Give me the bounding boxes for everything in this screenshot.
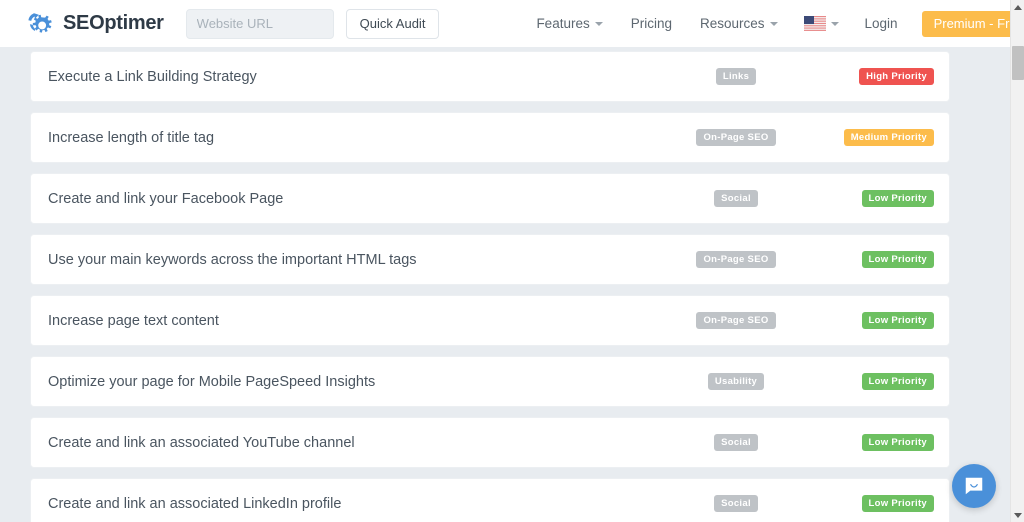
recommendation-priority: Low Priority	[861, 311, 934, 330]
recommendation-category: Links	[646, 67, 826, 86]
chat-message-icon	[963, 475, 985, 497]
recommendation-priority: Low Priority	[861, 433, 934, 452]
us-flag-icon	[803, 16, 826, 31]
recommendation-title: Create and link an associated LinkedIn p…	[48, 495, 342, 512]
recommendation-row[interactable]: Execute a Link Building Strategy Links Hig…	[30, 51, 950, 102]
scroll-down-arrow-icon[interactable]	[1011, 508, 1024, 522]
premium-free-trial-button[interactable]: Premium - Free Trial	[921, 10, 1024, 37]
seoptimer-gear-logo-icon	[25, 9, 55, 39]
priority-badge: Low Priority	[861, 189, 934, 208]
category-badge: On-Page SEO	[696, 250, 776, 269]
scroll-up-arrow-icon[interactable]	[1011, 0, 1024, 14]
quick-audit-button[interactable]: Quick Audit	[345, 8, 440, 39]
recommendation-category: On-Page SEO	[646, 128, 826, 147]
recommendation-priority: High Priority	[859, 67, 934, 86]
recommendation-title: Use your main keywords across the import…	[48, 251, 417, 268]
recommendation-category: Social	[646, 189, 826, 208]
brand-name: SEOptimer	[63, 12, 164, 34]
nav-item-pricing-label: Pricing	[630, 16, 672, 31]
recommendation-title: Optimize your page for Mobile PageSpeed …	[48, 373, 376, 390]
recommendation-priority: Low Priority	[861, 372, 934, 391]
category-badge: On-Page SEO	[696, 311, 776, 330]
login-link[interactable]: Login	[851, 16, 912, 31]
recommendation-title: Create and link your Facebook Page	[48, 190, 284, 207]
nav-item-pricing[interactable]: Pricing	[617, 16, 686, 31]
priority-badge: Medium Priority	[843, 128, 934, 147]
category-badge: On-Page SEO	[696, 128, 776, 147]
priority-badge: Low Priority	[861, 250, 934, 269]
category-badge: Social	[714, 433, 758, 452]
recommendation-category: Social	[646, 494, 826, 513]
nav-item-features[interactable]: Features	[522, 16, 616, 31]
scrollbar-thumb[interactable]	[1012, 46, 1024, 80]
nav-item-features-label: Features	[536, 16, 590, 31]
language-selector[interactable]	[792, 16, 851, 31]
nav-item-resources[interactable]: Resources	[686, 16, 792, 31]
chat-launcher-button[interactable]	[952, 464, 996, 508]
chevron-down-icon	[769, 21, 778, 26]
recommendation-title: Increase length of title tag	[48, 129, 215, 146]
recommendation-row[interactable]: Use your main keywords across the import…	[30, 234, 950, 285]
priority-badge: High Priority	[859, 67, 934, 86]
recommendation-priority: Low Priority	[861, 189, 934, 208]
login-label: Login	[864, 16, 898, 31]
recommendation-category: On-Page SEO	[646, 250, 826, 269]
recommendation-category: Usability	[646, 372, 826, 391]
recommendation-category: Social	[646, 433, 826, 452]
recommendation-title: Increase page text content	[48, 312, 219, 329]
recommendation-priority: Low Priority	[861, 494, 934, 513]
chevron-down-icon	[830, 21, 839, 26]
site-header: SEOptimer Quick Audit Features Pricing R…	[0, 0, 1024, 47]
recommendations-list: Execute a Link Building Strategy Links Hig…	[0, 47, 1010, 522]
recommendation-row[interactable]: Increase length of title tag On-Page SEO M…	[30, 112, 950, 163]
recommendation-title: Execute a Link Building Strategy	[48, 68, 257, 85]
category-badge: Usability	[707, 372, 765, 391]
page-scrollbar[interactable]	[1010, 0, 1024, 522]
priority-badge: Low Priority	[861, 433, 934, 452]
category-badge: Links	[715, 67, 757, 86]
category-badge: Social	[714, 189, 758, 208]
recommendation-category: On-Page SEO	[646, 311, 826, 330]
recommendation-row[interactable]: Create and link an associated YouTube ch…	[30, 417, 950, 468]
chevron-down-icon	[594, 21, 603, 26]
main-navigation: Features Pricing Resources Login	[522, 16, 911, 31]
priority-badge: Low Priority	[861, 494, 934, 513]
category-badge: Social	[714, 494, 758, 513]
recommendation-priority: Medium Priority	[843, 128, 934, 147]
nav-item-resources-label: Resources	[699, 16, 765, 31]
recommendation-priority: Low Priority	[861, 250, 934, 269]
recommendation-row[interactable]: Create and link your Facebook Page Social…	[30, 173, 950, 224]
priority-badge: Low Priority	[861, 311, 934, 330]
brand-logo[interactable]: SEOptimer	[25, 9, 164, 39]
recommendation-row[interactable]: Increase page text content On-Page SEO Low…	[30, 295, 950, 346]
priority-badge: Low Priority	[861, 372, 934, 391]
recommendation-row[interactable]: Optimize your page for Mobile PageSpeed …	[30, 356, 950, 407]
recommendation-row[interactable]: Create and link an associated LinkedIn p…	[30, 478, 950, 522]
website-url-input[interactable]	[185, 8, 334, 39]
recommendation-title: Create and link an associated YouTube ch…	[48, 434, 355, 451]
